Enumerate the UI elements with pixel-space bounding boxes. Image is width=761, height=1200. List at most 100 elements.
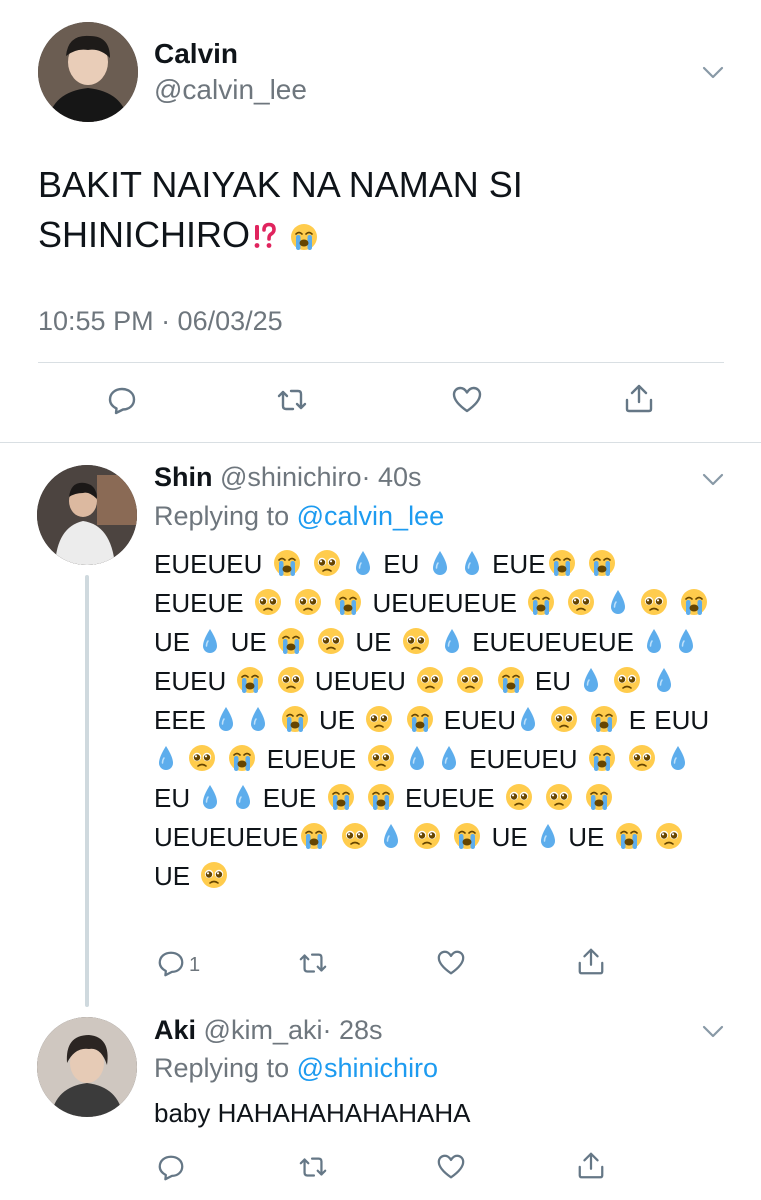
emoji-icon (548, 549, 576, 577)
share-icon (576, 946, 606, 976)
emoji-icon (254, 588, 282, 616)
emoji-icon (233, 783, 253, 811)
emoji-icon (327, 783, 355, 811)
emoji-icon (588, 744, 616, 772)
emoji-icon (407, 744, 427, 772)
reply-count: 1 (189, 953, 201, 976)
emoji-icon (277, 627, 305, 655)
reply-header: Aki @kim_aki· 28s (154, 1015, 383, 1046)
emoji-icon (248, 705, 268, 733)
emoji-icon (317, 627, 345, 655)
retweet-icon (298, 1152, 328, 1182)
emoji-icon (439, 744, 459, 772)
retweet-icon (276, 384, 308, 416)
chevron-down-icon[interactable] (702, 66, 724, 85)
emoji-icon (628, 744, 656, 772)
tweet-text: BAKIT NAIYAK NA NAMAN SI SHINICHIRO (38, 160, 523, 260)
emoji-icon (590, 705, 618, 733)
emoji-icon (273, 549, 301, 577)
emoji-icon (588, 549, 616, 577)
avatar-aki[interactable] (37, 1017, 137, 1117)
reply-time[interactable]: · 28s (322, 1015, 382, 1045)
like-button[interactable] (451, 384, 483, 416)
emoji-icon (402, 627, 430, 655)
emoji-icon (442, 627, 462, 655)
emoji-icon (341, 822, 369, 850)
replying-mention[interactable]: @calvin_lee (297, 501, 445, 531)
emoji-icon (236, 666, 264, 694)
author-handle[interactable]: @kim_aki (204, 1015, 323, 1045)
avatar-calvin[interactable] (38, 22, 138, 122)
author-handle[interactable]: @shinichiro (220, 462, 361, 492)
retweet-button[interactable] (298, 948, 328, 978)
share-button[interactable] (623, 382, 655, 414)
author-handle[interactable]: @calvin_lee (154, 74, 307, 106)
share-icon (623, 382, 655, 414)
emoji-icon (430, 549, 450, 577)
like-icon (451, 384, 483, 416)
thread-line (85, 575, 89, 1007)
reply-button[interactable] (156, 1152, 186, 1182)
chevron-down-icon[interactable] (702, 1025, 724, 1044)
emoji-icon (640, 588, 668, 616)
emoji-icon (545, 783, 573, 811)
section-divider (0, 442, 761, 443)
emoji-icon (200, 627, 220, 655)
reply-icon (106, 384, 138, 416)
retweet-button[interactable] (298, 1152, 328, 1182)
emoji-icon (381, 822, 401, 850)
like-button[interactable] (436, 1152, 466, 1182)
replying-to: Replying to @calvin_lee (154, 501, 444, 532)
replying-to: Replying to @shinichiro (154, 1053, 438, 1084)
emoji-icon (680, 588, 708, 616)
emoji-icon (453, 822, 481, 850)
like-button[interactable] (436, 948, 466, 978)
emoji-icon (188, 744, 216, 772)
emoji-icon (527, 588, 555, 616)
author-name: Aki (154, 1015, 197, 1045)
emoji-icon (367, 744, 395, 772)
reply-text: baby HAHAHAHAHAHAHA (154, 1098, 471, 1128)
author-name: Calvin (154, 38, 239, 69)
emoji-icon (668, 744, 688, 772)
emoji-icon (406, 705, 434, 733)
emoji-icon (613, 666, 641, 694)
emoji-icon (200, 783, 220, 811)
emoji-icon (505, 783, 533, 811)
tweet-timestamp[interactable]: 10:55 PM · 06/03/25 (38, 306, 283, 337)
emoji-icon (365, 705, 393, 733)
avatar-shin[interactable] (37, 465, 137, 565)
emoji-icon (413, 822, 441, 850)
emoji-icon (538, 822, 558, 850)
chevron-down-icon[interactable] (702, 473, 724, 492)
emoji-icon (416, 666, 444, 694)
reply-button[interactable] (106, 384, 138, 416)
reply-icon (156, 1152, 186, 1182)
share-button[interactable] (576, 946, 606, 976)
share-button[interactable] (576, 1150, 606, 1180)
reply-header: Shin @shinichiro· 40s (154, 462, 422, 493)
emoji-icon (550, 705, 578, 733)
emoji-icon (676, 627, 696, 655)
retweet-button[interactable] (276, 384, 308, 416)
emoji-icon (156, 744, 176, 772)
emoji-icon (585, 783, 613, 811)
emoji-icon (518, 705, 538, 733)
emoji-icon (228, 744, 256, 772)
emoji-icon (216, 705, 236, 733)
reply-icon (156, 948, 186, 978)
reply-button[interactable]: 1 (156, 948, 200, 978)
emoji-icon (294, 588, 322, 616)
tweet-text-line: SHINICHIRO (38, 210, 523, 260)
divider (38, 362, 724, 363)
replying-mention[interactable]: @shinichiro (297, 1053, 438, 1083)
emoji-icon (300, 822, 328, 850)
emoji-icon (608, 588, 628, 616)
emoji-icon (654, 666, 674, 694)
emoji-icon (581, 666, 601, 694)
tweet-text-line: BAKIT NAIYAK NA NAMAN SI (38, 164, 523, 205)
reply-time[interactable]: · 40s (361, 462, 421, 492)
emoji-icon (277, 666, 305, 694)
retweet-icon (298, 948, 328, 978)
reply-text: EUEUEU EU EUE EUEUE UEUEUEUE UE UE UE EU… (154, 549, 710, 891)
